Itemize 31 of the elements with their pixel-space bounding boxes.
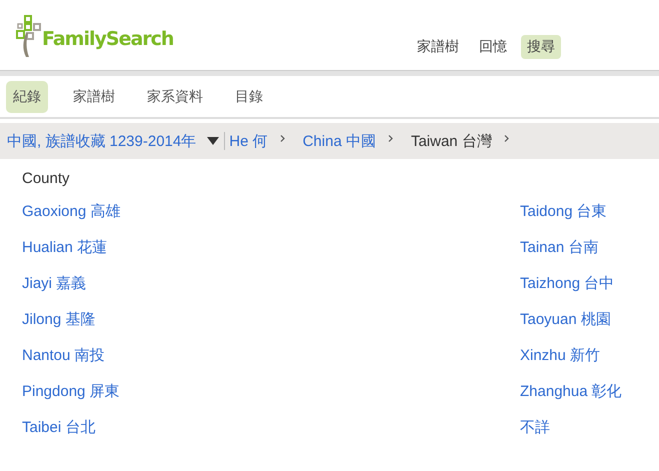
- nav-tab[interactable]: 目錄: [228, 80, 270, 112]
- collection-link[interactable]: 中國, 族譜收藏 1239-2014年: [7, 132, 196, 150]
- chevron-icon: [504, 134, 509, 142]
- breadcrumb-link[interactable]: He 何: [229, 132, 268, 150]
- logo-tree-icon: [16, 15, 44, 57]
- nav-tab[interactable]: 家譜樹: [411, 35, 465, 59]
- chevron-icon: [388, 134, 393, 142]
- breadcrumb-link[interactable]: China 中國: [302, 132, 376, 150]
- place-link[interactable]: 不詳: [520, 419, 636, 437]
- place-link[interactable]: Jilong 基隆: [22, 311, 120, 329]
- place-link[interactable]: Taizhong 台中: [520, 275, 636, 293]
- nav-tab[interactable]: 家譜樹: [66, 80, 122, 112]
- nav-tab[interactable]: 搜尋: [521, 35, 561, 59]
- breadcrumb-current: Taiwan 台灣: [410, 132, 492, 150]
- place-link[interactable]: Taibei 台北: [22, 419, 120, 437]
- place-link[interactable]: Taoyuan 桃園: [520, 311, 636, 329]
- place-link[interactable]: Xinzhu 新竹: [520, 347, 636, 365]
- nav-tab[interactable]: 回憶: [473, 35, 513, 59]
- chevron-icon: [280, 134, 285, 142]
- place-link[interactable]: Taidong 台東: [520, 203, 636, 221]
- place-link[interactable]: Zhanghua 彰化: [520, 383, 636, 401]
- nav-tab[interactable]: 紀錄: [6, 80, 48, 112]
- list-heading: County: [22, 170, 71, 187]
- place-link[interactable]: Jiayi 嘉義: [22, 275, 120, 293]
- place-link[interactable]: Pingdong 屏東: [22, 383, 120, 401]
- place-link[interactable]: Tainan 台南: [520, 239, 636, 257]
- dropdown-caret-icon[interactable]: [207, 137, 220, 145]
- nav-tab[interactable]: 家系資料: [140, 80, 210, 112]
- place-link[interactable]: Gaoxiong 高雄: [22, 203, 120, 221]
- place-link[interactable]: Nantou 南投: [22, 347, 120, 365]
- place-link[interactable]: Hualian 花蓮: [22, 239, 120, 257]
